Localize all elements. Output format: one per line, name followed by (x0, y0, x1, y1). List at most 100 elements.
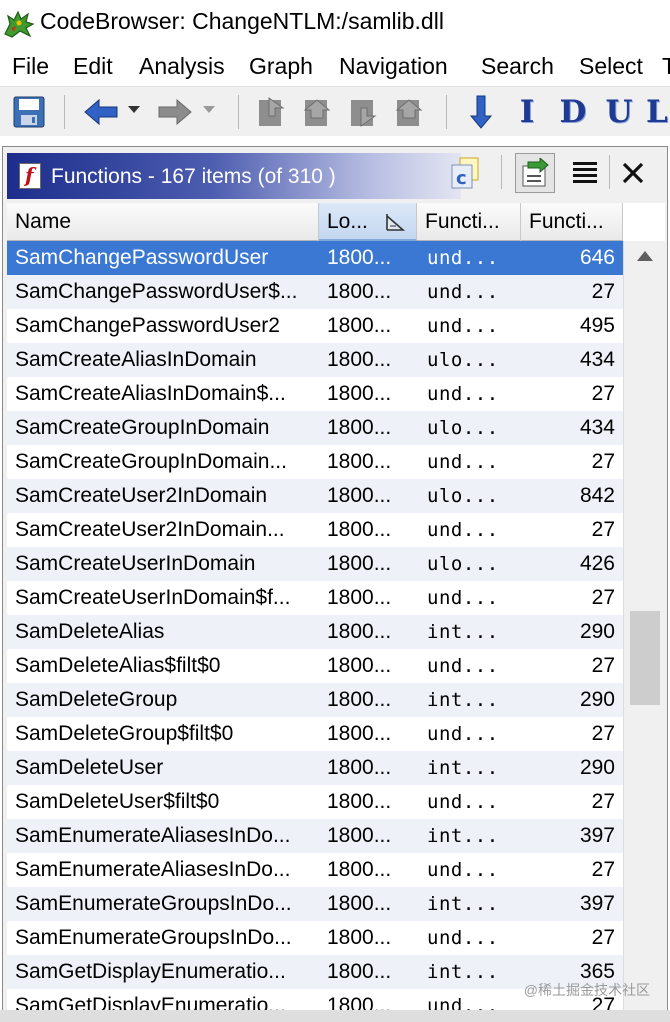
table-row[interactable]: SamCreateUser2InDomain... 1800... und... 27 (7, 513, 623, 547)
navigate-on-selection-button[interactable] (515, 153, 555, 193)
table-row[interactable]: SamDeleteGroup 1800... int... 290 (7, 683, 623, 717)
cell-function-name: SamCreateAliasInDomain$... (15, 382, 286, 405)
table-row[interactable]: SamDeleteGroup$filt$0 1800... und... 27 (7, 717, 623, 751)
back-button[interactable] (82, 93, 120, 131)
menu-select[interactable]: Select (579, 53, 643, 80)
table-row[interactable]: SamEnumerateAliasesInDo... 1800... und... 2… (7, 853, 623, 887)
table-row[interactable]: SamCreateAliasInDomain 1800... ulo... 434 (7, 343, 623, 377)
save-button[interactable] (10, 93, 48, 131)
cell-function-name: SamCreateUserInDomain$f... (15, 586, 291, 609)
letter-i-icon: I (519, 94, 535, 130)
next-label-button[interactable]: L (646, 93, 670, 131)
table-row[interactable]: SamCreateGroupInDomain 1800... ulo... 434 (7, 411, 623, 445)
next-undefined-button[interactable]: U (600, 93, 638, 131)
table-row[interactable]: SamEnumerateGroupsInDo... 1800... und... 27 (7, 921, 623, 955)
cell-signature: und... (427, 927, 499, 949)
copy-button[interactable]: c (445, 153, 485, 193)
table-row[interactable]: SamEnumerateAliasesInDo... 1800... int... 3… (7, 819, 623, 853)
table-row[interactable]: SamCreateUserInDomain 1800... ulo... 426 (7, 547, 623, 581)
menu-navigation[interactable]: Navigation (339, 53, 448, 80)
cell-function-name: SamCreateGroupInDomain (15, 416, 270, 439)
cell-function-name: SamEnumerateAliasesInDo... (15, 824, 291, 847)
cell-size: 27 (591, 586, 615, 609)
menu-tools-truncated[interactable]: T (662, 53, 670, 80)
cell-location: 1800... (327, 518, 392, 541)
menu-file[interactable]: File (12, 53, 49, 80)
menu-analysis[interactable]: Analysis (139, 53, 225, 80)
cell-function-name: SamCreateGroupInDomain... (15, 450, 287, 473)
cell-size: 27 (591, 926, 615, 949)
cell-size: 434 (579, 348, 615, 371)
cell-size: 27 (591, 518, 615, 541)
cell-size: 27 (591, 654, 615, 677)
prev-data-button[interactable] (344, 93, 382, 131)
table-row[interactable]: SamCreateAliasInDomain$... 1800... und... 2… (7, 377, 623, 411)
next-function-button[interactable] (298, 93, 336, 131)
cell-signature: und... (427, 281, 499, 303)
letter-u-icon: U (605, 94, 633, 130)
cell-size: 397 (579, 824, 615, 847)
forward-button[interactable] (156, 93, 194, 131)
cell-signature: int... (427, 825, 499, 847)
letter-l-icon: L (646, 94, 668, 130)
cell-function-name: SamDeleteGroup (15, 688, 178, 711)
menu-graph[interactable]: Graph (249, 53, 313, 80)
table-row[interactable]: SamCreateUserInDomain$f... 1800... und... 2… (7, 581, 623, 615)
cell-function-name: SamGetDisplayEnumeratio... (15, 960, 286, 983)
table-row[interactable]: SamDeleteUser$filt$0 1800... und... 27 (7, 785, 623, 819)
table-row[interactable]: SamChangePasswordUser2 1800... und... 495 (7, 309, 623, 343)
cell-location: 1800... (327, 314, 392, 337)
scroll-up-arrow-icon[interactable] (637, 251, 653, 261)
table-row[interactable]: SamChangePasswordUser$... 1800... und... 27 (7, 275, 623, 309)
vertical-scrollbar[interactable] (623, 241, 665, 1015)
table-row[interactable]: SamCreateUser2InDomain 1800... ulo... 842 (7, 479, 623, 513)
table-row[interactable]: SamEnumerateGroupsInDo... 1800... int... 39… (7, 887, 623, 921)
cell-signature: und... (427, 859, 499, 881)
cell-signature: int... (427, 961, 499, 983)
cell-signature: und... (427, 519, 499, 541)
next-instruction-letter-button[interactable]: I (508, 93, 546, 131)
next-defined-data-button[interactable]: D (554, 93, 592, 131)
cell-function-name: SamChangePasswordUser (15, 246, 269, 269)
sort-ascending-icon (386, 214, 406, 231)
next-instruction-button[interactable] (462, 93, 500, 131)
back-arrow-icon (84, 98, 118, 126)
cell-function-name: SamEnumerateAliasesInDo... (15, 858, 291, 881)
cell-size: 27 (591, 382, 615, 405)
cell-location: 1800... (327, 416, 392, 439)
next-data-button[interactable] (390, 93, 428, 131)
column-menu-button[interactable] (565, 153, 605, 193)
menu-search[interactable]: Search (481, 53, 554, 80)
cell-size: 290 (579, 620, 615, 643)
table-row[interactable]: SamChangePasswordUser 1800... und... 646 (7, 241, 623, 275)
title-bar: CodeBrowser: ChangeNTLM:/samlib.dll (0, 0, 670, 46)
menu-edit[interactable]: Edit (73, 53, 113, 80)
table-row[interactable]: SamDeleteAlias 1800... int... 290 (7, 615, 623, 649)
column-size[interactable]: Functi... (521, 203, 623, 241)
table-row[interactable]: SamDeleteAlias$filt$0 1800... und... 27 (7, 649, 623, 683)
forward-dropdown-icon[interactable] (203, 106, 215, 113)
scrollbar-thumb[interactable] (630, 611, 660, 705)
cell-signature: ulo... (427, 417, 499, 439)
table-row[interactable]: SamCreateGroupInDomain... 1800... und... 27 (7, 445, 623, 479)
cell-function-name: SamChangePasswordUser$... (15, 280, 298, 303)
back-dropdown-icon[interactable] (128, 106, 140, 113)
cell-signature: int... (427, 757, 499, 779)
table-row[interactable]: SamDeleteUser 1800... int... 290 (7, 751, 623, 785)
cell-location: 1800... (327, 620, 392, 643)
cell-location: 1800... (327, 654, 392, 677)
column-signature[interactable]: Functi... (417, 203, 521, 241)
toolbar-separator (446, 95, 447, 129)
column-location[interactable]: Lo... (319, 203, 417, 241)
cell-signature: und... (427, 791, 499, 813)
prev-function-button[interactable] (252, 93, 290, 131)
cell-function-name: SamCreateUser2InDomain... (15, 518, 285, 541)
cell-signature: und... (427, 383, 499, 405)
cell-size: 27 (591, 858, 615, 881)
cell-function-name: SamDeleteUser$filt$0 (15, 790, 220, 813)
column-name[interactable]: Name (7, 203, 319, 241)
close-panel-button[interactable] (613, 153, 653, 193)
cell-size: 27 (591, 790, 615, 813)
cell-location: 1800... (327, 756, 392, 779)
cell-signature: und... (427, 315, 499, 337)
